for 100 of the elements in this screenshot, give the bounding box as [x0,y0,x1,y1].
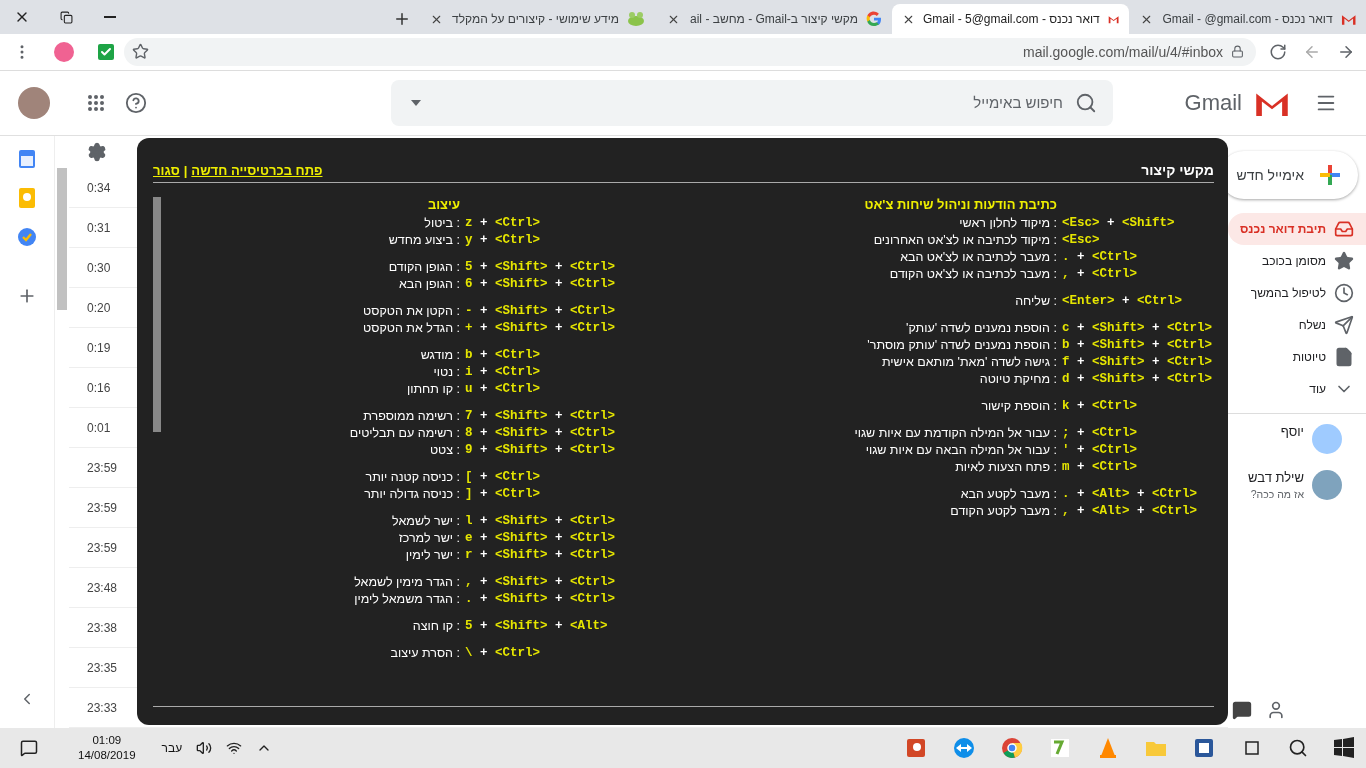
scrollbar-thumb[interactable] [57,168,67,311]
url-text: mail.google.com/mail/u/4/#inbox [1023,43,1223,60]
contact-name[interactable]: יוסף [1280,423,1304,439]
clock-date[interactable]: 01:09 14/08/2019 [78,733,136,763]
star-icon[interactable] [132,43,149,61]
shortcut-keys: d + <Shift> + <Ctrl> [1062,372,1213,387]
shortcut-action: : מעבר לכתיבה או לצ'אט הבא [899,250,1057,265]
shortcut-action: : קו תחתון [405,382,460,397]
section-heading: עיצוב [426,196,460,212]
shortcut-keys: - + <Shift> + <Ctrl> [465,304,616,319]
start-icon[interactable] [1332,736,1356,760]
check-extension-icon[interactable] [98,43,114,60]
plus-icon [393,10,411,28]
shortcut-keys: \ + <Ctrl> [465,646,541,661]
email-time: 23:33 [87,700,118,715]
shortcut-keys: 5 + <Shift> + <Alt> [465,619,608,634]
nav-item[interactable]: תיבת דואר נכנס [1228,212,1366,245]
gmail-logo-text: Gmail [1184,89,1242,116]
remote-app-icon[interactable] [952,736,976,760]
email-time: 0:31 [87,220,111,235]
shortcut-action: : פתח הצעות לאיות [954,460,1057,475]
account-avatar[interactable] [18,86,50,119]
shortcut-keys: m + <Ctrl> [1062,460,1138,475]
clock-icon [1334,282,1354,303]
contact-avatar[interactable] [1312,469,1342,500]
person-icon[interactable] [1266,700,1286,721]
volume-icon[interactable] [196,740,213,756]
shortcut-action: : ישר לשמאל [391,514,460,529]
shortcut-keys: <Esc> [1062,233,1100,248]
wifi-icon[interactable] [226,740,243,756]
scrollbar-thumb[interactable] [153,196,161,432]
email-time: 0:16 [87,380,111,395]
search-icon[interactable] [1288,738,1308,758]
shortcut-keys: b + <Shift> + <Ctrl> [1062,338,1213,353]
language-indicator[interactable]: עבר [161,741,183,755]
shortcut-keys: y + <Ctrl> [465,233,541,248]
send-icon [1334,314,1354,335]
email-time: 23:59 [87,500,118,515]
shortcut-keys: 7 + <Shift> + <Ctrl> [465,409,616,424]
apps-grid-icon[interactable] [87,93,105,112]
shortcut-action: : מעבר לקטע הקודם [949,504,1057,519]
settings-icon[interactable] [87,141,107,162]
shortcut-keys: <Esc> + <Shift> [1062,216,1175,231]
shortcut-action: : הוספת קישור [980,399,1057,414]
shortcut-keys: c + <Shift> + <Ctrl> [1062,321,1213,336]
google-logo-icon [866,11,882,27]
gmail-logo-icon [1340,13,1356,25]
search-field[interactable]: חיפוש באימייל [391,79,1113,126]
shortcut-keys: , + <Shift> + <Ctrl> [465,575,616,590]
shortcut-action: : כניסה קטנה יותר [364,470,460,485]
browser-app-icon[interactable] [1000,736,1024,760]
browser-tab[interactable]: מקשי קיצור ב-Gmail - מחשב - ail [655,4,892,34]
caret-icon[interactable] [411,99,421,106]
shortcut-action: : הגדר משמאל לימין [353,592,460,607]
email-time: 23:59 [87,460,118,475]
presentation-app-icon[interactable] [904,736,928,760]
shortcut-action: : מיקוד לכתיבה או לצ'אט האחרונים [872,233,1057,248]
shortcut-action: : שליחה [1014,294,1057,309]
shortcut-action: : עבור אל המילה הבאה עם איות שגוי [864,443,1057,458]
nav-item[interactable]: עוד [1228,372,1366,405]
nav-item[interactable]: טיוטות [1228,340,1366,373]
nav-item[interactable]: לטיפול בהמשך [1228,276,1366,309]
shortcut-keys: , + <Ctrl> [1062,267,1138,282]
nav-item[interactable]: נשלח [1228,308,1366,341]
nav-item[interactable]: מסומן בכוכב [1228,244,1366,277]
contact-name[interactable]: שילת דבש [1248,469,1304,485]
tab-title: מקשי קיצור ב-Gmail - מחשב - ail [689,12,858,26]
browser-tab[interactable]: דואר נכנס - Gmail - @gmail.com [1129,4,1366,34]
browser-tab[interactable]: דואר נכנס - Gmail - 5@gmail.com [892,4,1129,34]
shortcut-keys: . + <Shift> + <Ctrl> [465,592,616,607]
shortcut-keys: z + <Ctrl> [465,216,541,231]
gmail-logo-icon [1107,13,1119,25]
tab-title: דואר נכנס - Gmail - 5@gmail.com [923,12,1100,26]
shortcut-keys: 6 + <Shift> + <Ctrl> [465,277,616,292]
email-time: 0:19 [87,340,111,355]
open-in-new-tab-link[interactable]: פתח בכרטיסייה חדשה [191,162,323,178]
plus-icon [1318,162,1342,187]
email-time: 0:20 [87,300,111,315]
dialog-title: מקשי קיצור [1141,161,1214,178]
notifications-icon[interactable] [20,739,38,757]
document-app-icon[interactable] [1192,736,1216,760]
calendar-icon[interactable] [19,149,35,168]
shortcut-action: : כניסה גדולה יותר [363,487,460,502]
address-bar[interactable]: mail.google.com/mail/u/4/#inbox [124,37,1256,66]
shortcut-action: : קו חוצה [411,619,460,634]
email-time: 0:01 [87,420,111,435]
shortcut-keys: l + <Shift> + <Ctrl> [465,514,616,529]
shortcut-action: : הוספת נמענים לשדה 'עותק מוסתר' [866,338,1057,353]
section-heading: כתיבת הודעות וניהול שיחות צ'אט [863,196,1057,212]
email-time: 23:59 [87,540,118,555]
minimize-icon [104,16,116,18]
close-link[interactable]: סגור [153,162,180,178]
tasks-icon[interactable] [18,227,36,246]
browser-tab[interactable]: מידע שימושי - קיצורים על המקלד [418,4,655,34]
frog-icon [627,11,645,27]
extension-icon[interactable] [54,41,74,62]
email-time: 23:38 [87,620,118,635]
tab-title: מידע שימושי - קיצורים על המקלד [452,12,619,26]
chat-icon[interactable] [1232,700,1252,721]
shortcut-keys: , + <Alt> + <Ctrl> [1062,504,1198,519]
